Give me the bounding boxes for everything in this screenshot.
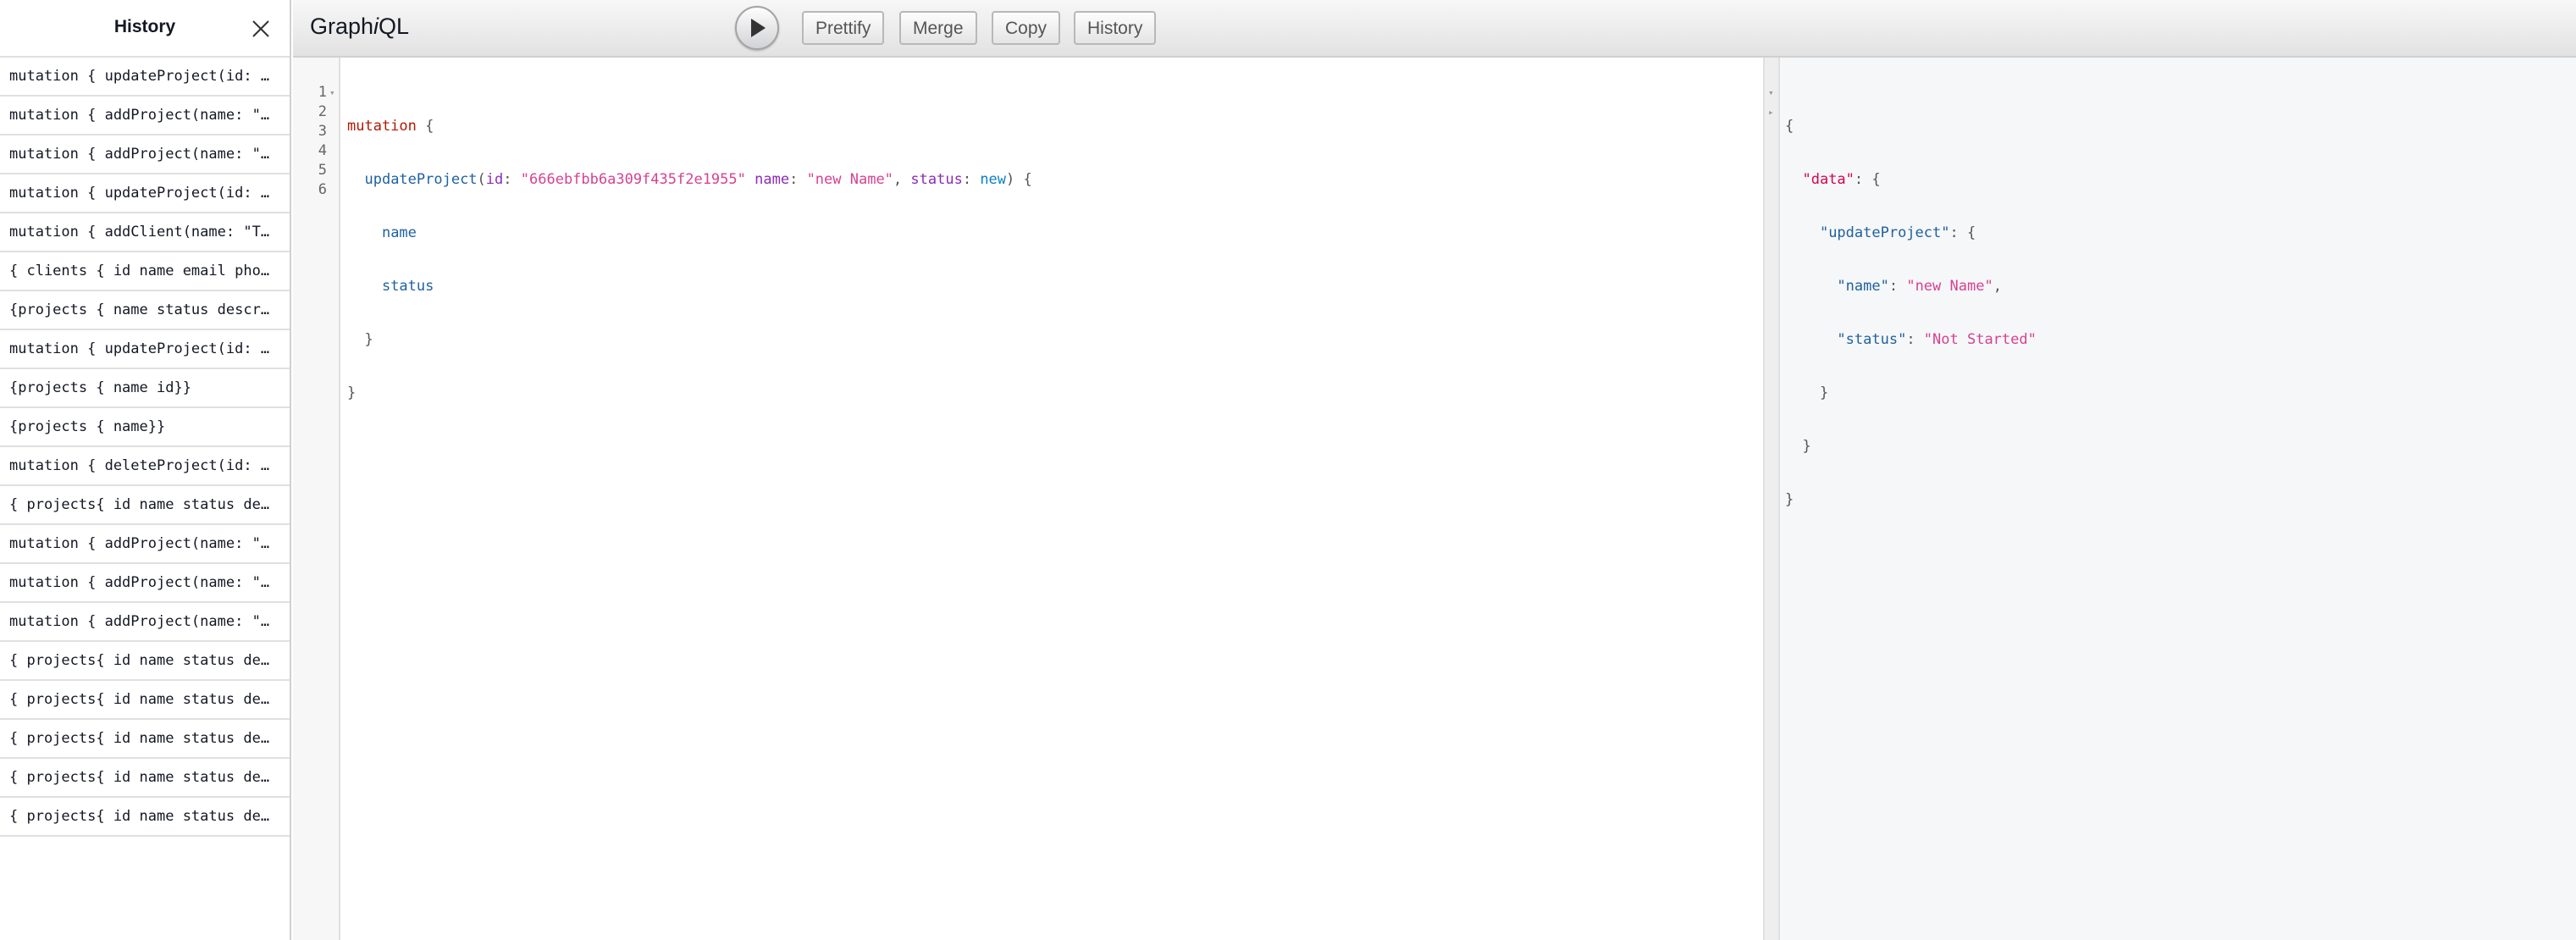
history-header: History [0,0,290,58]
field-token: status [381,278,434,295]
graphiql-app: History mutation { updateProject(id: "6…… [0,0,2576,940]
json-key: "updateProject" [1819,224,1950,241]
string-token: "666ebfbb6a309f435f2e1955" [520,171,746,188]
history-item[interactable]: mutation { addProject(name: "te… [0,135,290,174]
code-line: updateProject(id: "666ebfbb6a309f435f2e1… [364,171,1032,188]
line-number: 4 [318,142,327,159]
field-token: name [381,224,417,241]
toolbar: GraphiQL Prettify Merge Copy History [293,0,2576,58]
prettify-button[interactable]: Prettify [802,11,885,45]
result-line: { [1785,118,1794,135]
result-line: "name": "new Name", [1837,278,2002,295]
history-item[interactable]: mutation { addProject(name: "te… [0,564,290,603]
code-line: } [347,331,373,348]
result-gutter: ▾ ▸ [1765,58,1780,940]
line-number: 2 [318,103,327,120]
arg-name-token: id [485,171,504,188]
result-line: "updateProject": { [1819,224,1976,241]
execute-query-button[interactable] [735,6,779,50]
history-item[interactable]: { projects{ id name status desc… [0,642,290,681]
logo-prefix: Graph [310,14,374,39]
history-item[interactable]: mutation { updateProject(id: "6… [0,58,290,97]
editor-gutter: 1 2 3 4 5 6 ▾ [293,58,340,940]
history-button[interactable]: History [1074,11,1157,45]
history-item[interactable]: mutation { addClient(name: "TES… [0,213,290,252]
fold-markers: ▾ ▸ [1768,83,1774,122]
history-item[interactable]: mutation { deleteProject(id: "6… [0,447,290,486]
code-line: status [347,277,1032,296]
enum-token: new [980,171,1007,188]
history-item[interactable]: mutation { updateProject(id: "6… [0,330,290,369]
fold-triangle-icon[interactable]: ▸ [1768,102,1774,122]
logo-suffix: QL [379,14,410,39]
history-item[interactable]: mutation { updateProject(id: "6… [0,174,290,213]
json-string: "new Name" [1906,278,1993,295]
history-item[interactable]: { projects{ id name status desc… [0,720,290,759]
json-key: "name" [1837,278,1889,295]
history-title: History [113,17,176,36]
line-number: 5 [318,162,327,179]
graphiql-logo: GraphiQL [310,14,409,40]
line-numbers: 1 2 3 4 5 6 [293,83,327,200]
history-item[interactable]: { projects{ id name status desc… [0,681,290,720]
fold-triangle-icon[interactable]: ▾ [329,83,335,102]
history-item[interactable]: { projects{ id name status desc… [0,798,290,837]
result-line: "data": { [1802,171,1881,188]
json-string: "Not Started" [1923,331,2037,348]
fold-triangle-icon[interactable]: ▾ [1768,83,1774,102]
copy-button[interactable]: Copy [992,11,1061,45]
arg-name-token: name [755,171,790,188]
result-pane: ▾ ▸ { "data": { "updateProject": { "name… [1763,58,2576,940]
history-item[interactable]: {projects { name}} [0,408,290,447]
result-line: "status": "Not Started" [1837,331,2037,348]
code-line: } [347,384,357,401]
history-item[interactable]: { clients { id name email phone… [0,252,290,291]
merge-button[interactable]: Merge [899,11,977,45]
history-panel: History mutation { updateProject(id: "6…… [0,0,291,940]
line-number: 6 [318,181,327,198]
keyword-token: mutation [347,118,417,135]
history-item[interactable]: mutation { addProject(name: "te… [0,603,290,642]
json-key: "data" [1802,171,1855,188]
query-text[interactable]: mutation { updateProject(id: "666ebfbb6a… [347,83,1032,437]
json-key: "status" [1837,331,1907,348]
result-json: { "data": { "updateProject": { "name": "… [1785,83,2037,544]
close-icon[interactable] [251,19,271,39]
line-number: 3 [318,123,327,140]
history-item[interactable]: {projects { name id}} [0,369,290,408]
history-item[interactable]: mutation { addProject(name: "te… [0,97,290,135]
code-line: name [347,224,1032,243]
result-line: } [1785,438,1811,455]
result-line: } [1785,491,1794,508]
line-number: 1 [318,84,327,101]
history-list: mutation { updateProject(id: "6… mutatio… [0,58,290,837]
code-line: mutation { [347,117,1032,136]
fold-markers: ▾ [329,83,335,102]
query-editor[interactable]: 1 2 3 4 5 6 ▾ mutation { updateProject(i… [293,58,1763,940]
history-item[interactable]: mutation { addProject(name: "te… [0,525,290,564]
play-icon [751,19,766,37]
operation-token: updateProject [364,171,478,188]
string-token: "new Name" [806,171,893,188]
result-line: } [1785,384,1829,401]
arg-name-token: status [910,171,963,188]
punct-token: { [416,118,434,135]
history-item[interactable]: { projects{ id name status desc… [0,486,290,525]
history-item[interactable]: { projects{ id name status desc… [0,759,290,798]
history-item[interactable]: {projects { name status descrip… [0,291,290,330]
